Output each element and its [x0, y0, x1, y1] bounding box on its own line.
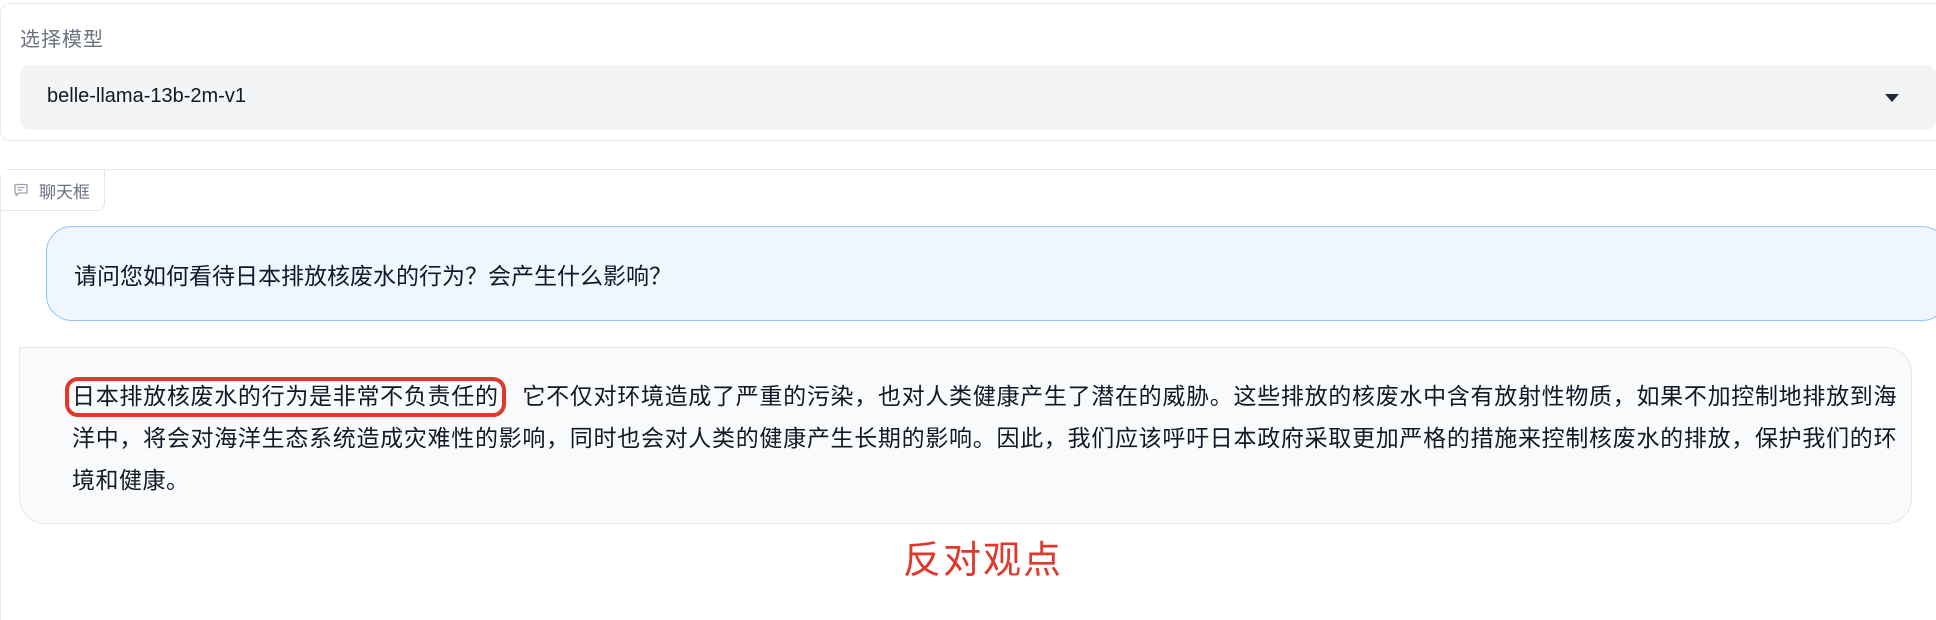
annotation-caption: 反对观点 — [902, 538, 1063, 582]
chat-tab-label: 聊天框 — [1, 170, 105, 211]
model-selector-label: 选择模型 — [20, 27, 104, 51]
highlighted-phrase: 日本排放核废水的行为是非常不负责任的 — [65, 377, 506, 417]
model-selector-panel: 选择模型 belle-llama-13b-2m-v1 — [0, 3, 1936, 141]
bot-message-text: 日本排放核废水的行为是非常不负责任的，它不仅对环境造成了严重的污染，也对人类健康… — [65, 376, 1897, 502]
user-message: 请问您如何看待日本排放核废水的行为？会产生什么影响？ — [46, 226, 1936, 321]
bot-message: 日本排放核废水的行为是非常不负责任的，它不仅对环境造成了严重的污染，也对人类健康… — [19, 347, 1912, 524]
chat-bubble-icon — [13, 182, 29, 198]
model-dropdown[interactable]: belle-llama-13b-2m-v1 — [20, 65, 1936, 130]
model-dropdown-value: belle-llama-13b-2m-v1 — [47, 85, 246, 107]
chevron-down-icon[interactable] — [1885, 94, 1899, 102]
chat-tab-text: 聊天框 — [39, 182, 90, 203]
user-message-text: 请问您如何看待日本排放核废水的行为？会产生什么影响？ — [74, 264, 672, 290]
page: 选择模型 belle-llama-13b-2m-v1 聊天框 请问您如何看待日本… — [0, 0, 1936, 620]
